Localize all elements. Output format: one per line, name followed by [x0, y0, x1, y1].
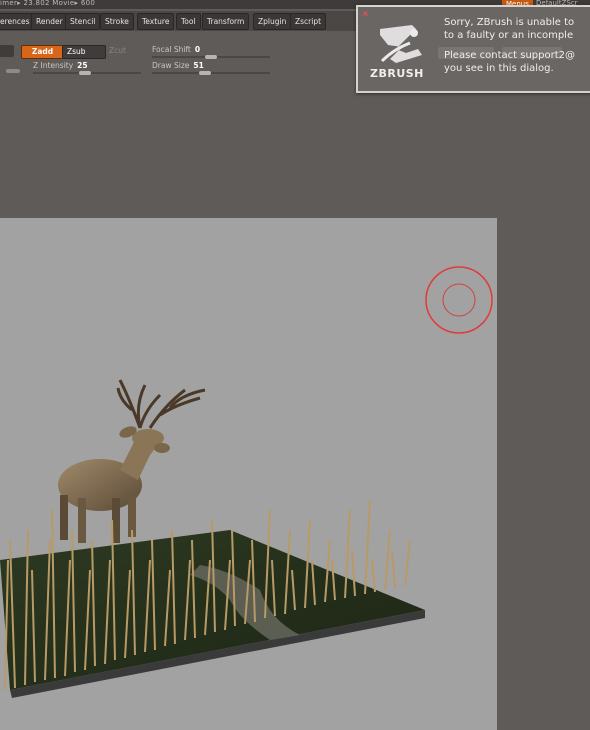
- error-line-3: Please contact support2@: [444, 50, 575, 61]
- focal-shift-knob[interactable]: [205, 55, 217, 59]
- menu-stroke[interactable]: Stroke: [100, 13, 134, 30]
- menu-render[interactable]: Render: [31, 13, 68, 30]
- status-text: imer▸ 23.802 Movie▸ 600: [0, 0, 96, 7]
- error-message: Sorry, ZBrush is unable to to a faulty o…: [444, 17, 590, 75]
- error-line-2: to a faulty or an incomple: [444, 29, 574, 41]
- menu-zscript[interactable]: Zscript: [290, 13, 327, 30]
- focal-shift-label: Focal Shift: [152, 45, 191, 54]
- rgb-intensity-knob-partial[interactable]: [6, 69, 20, 73]
- focal-shift-slider[interactable]: Focal Shift 0: [152, 45, 200, 54]
- draw-size-knob[interactable]: [199, 71, 211, 75]
- menu-zplugin[interactable]: Zplugin: [253, 13, 292, 30]
- error-line-1: Sorry, ZBrush is unable to: [444, 17, 575, 28]
- zsub-button[interactable]: Zsub: [62, 45, 106, 59]
- menu-tool[interactable]: Tool: [176, 13, 201, 30]
- focal-shift-value: 0: [194, 45, 201, 54]
- menu-transform[interactable]: Transform: [202, 13, 250, 30]
- menu-stencil[interactable]: Stencil: [65, 13, 101, 30]
- tool-shelf: Zadd Zsub Zcut Z Intensity 25 Focal Shift…: [0, 33, 356, 78]
- error-dialog: × ZBRUSH Sorry, ZBrush is unable to to a…: [356, 5, 590, 93]
- menu-preferences[interactable]: erences: [0, 13, 35, 30]
- error-line-4: you see in this dialog.: [444, 62, 554, 74]
- z-intensity-slider[interactable]: Z Intensity 25: [33, 61, 88, 70]
- zbrush-logo-text: ZBRUSH: [370, 67, 424, 80]
- z-intensity-label: Z Intensity: [33, 61, 74, 70]
- z-intensity-value: 25: [77, 61, 88, 70]
- draw-size-track[interactable]: [152, 72, 270, 74]
- menu-bar: erences Render Stencil Stroke Texture To…: [0, 11, 360, 31]
- mrgb-button-partial[interactable]: [0, 45, 14, 57]
- z-intensity-knob[interactable]: [79, 71, 91, 75]
- brush-cursor-icon: [425, 266, 493, 334]
- draw-size-value: 51: [193, 61, 204, 70]
- draw-size-slider[interactable]: Draw Size 51: [152, 61, 204, 70]
- zcut-button[interactable]: Zcut: [105, 45, 143, 57]
- draw-size-label: Draw Size: [152, 61, 190, 70]
- menu-texture[interactable]: Texture: [137, 13, 175, 30]
- deer-grass-model: [0, 379, 425, 698]
- close-icon[interactable]: ×: [362, 10, 369, 18]
- zadd-button[interactable]: Zadd: [21, 45, 64, 59]
- deer-figure: [58, 379, 206, 543]
